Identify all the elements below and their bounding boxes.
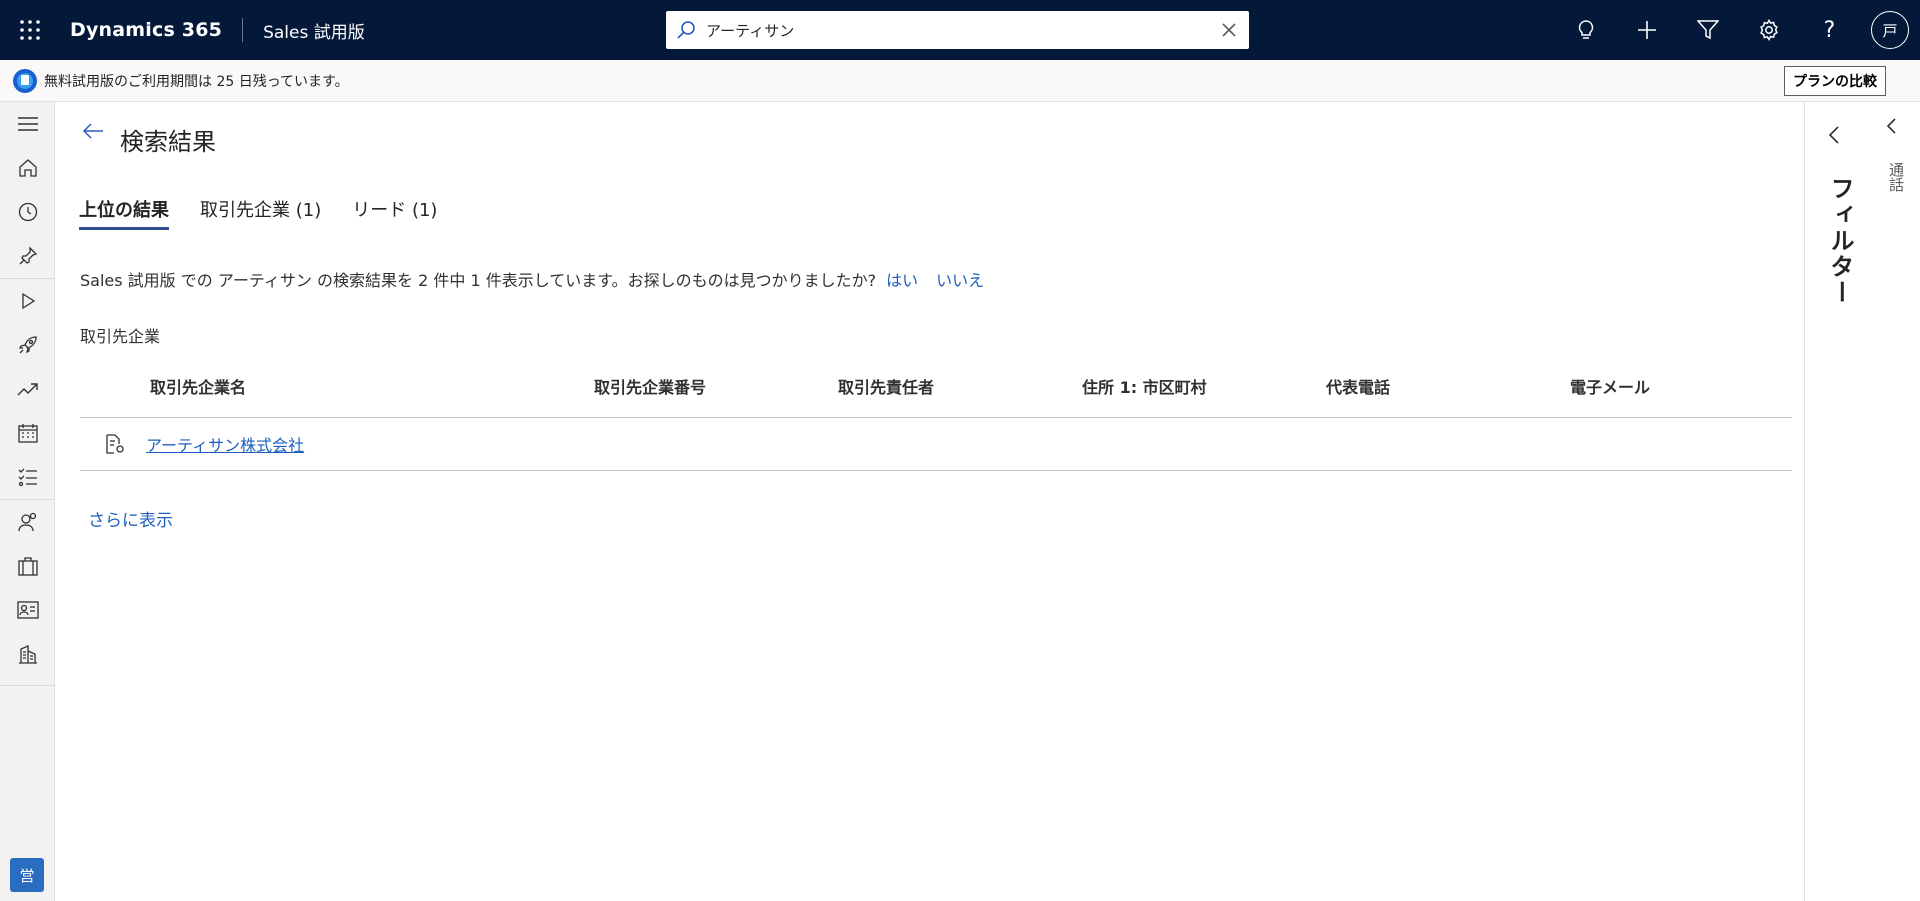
account-name-cell: アーティサン株式会社 bbox=[146, 432, 594, 456]
avatar[interactable]: 戸 bbox=[1871, 11, 1909, 49]
home-icon[interactable] bbox=[0, 146, 55, 190]
result-tabs: 上位の結果 取引先企業 (1) リード (1) bbox=[79, 196, 468, 230]
chevron-left-icon[interactable] bbox=[1886, 118, 1898, 138]
result-summary: Sales 試用版 での アーティサン の検索結果を 2 件中 1 件表示してい… bbox=[80, 267, 984, 291]
column-header-city[interactable]: 住所 1: 市区町村 bbox=[1082, 374, 1326, 398]
close-icon[interactable] bbox=[1209, 11, 1249, 49]
tab-top-results[interactable]: 上位の結果 bbox=[79, 196, 169, 230]
top-actions: ? 戸 bbox=[1555, 0, 1920, 60]
app-name[interactable]: Sales 試用版 bbox=[263, 18, 365, 43]
play-icon[interactable] bbox=[0, 279, 55, 323]
result-summary-text: Sales 試用版 での アーティサン の検索結果を 2 件中 1 件表示してい… bbox=[80, 271, 877, 290]
building-icon[interactable] bbox=[0, 632, 55, 676]
trend-icon[interactable] bbox=[0, 367, 55, 411]
back-arrow-icon[interactable] bbox=[78, 116, 108, 146]
area-switcher-button[interactable]: 営 bbox=[10, 858, 44, 892]
section-label-accounts: 取引先企業 bbox=[80, 327, 161, 346]
plus-icon[interactable] bbox=[1616, 0, 1677, 60]
tab-accounts[interactable]: 取引先企業 (1) bbox=[200, 196, 321, 230]
feedback-yes-link[interactable]: はい bbox=[886, 271, 918, 290]
calendar-icon[interactable] bbox=[0, 411, 55, 455]
table-row[interactable]: アーティサン株式会社 bbox=[80, 418, 1792, 471]
accounts-grid: 取引先企業名 取引先企業番号 取引先責任者 住所 1: 市区町村 代表電話 電子… bbox=[80, 355, 1792, 471]
grid-header-row: 取引先企業名 取引先企業番号 取引先責任者 住所 1: 市区町村 代表電話 電子… bbox=[80, 355, 1792, 418]
trial-banner: 無料試用版のご利用期間は 25 日残っています。 プランの比較 bbox=[0, 60, 1920, 102]
pin-icon[interactable] bbox=[0, 234, 55, 278]
lightbulb-icon[interactable] bbox=[1555, 0, 1616, 60]
menu-icon[interactable] bbox=[0, 102, 55, 146]
column-header-main-phone[interactable]: 代表電話 bbox=[1326, 374, 1570, 398]
gear-icon[interactable] bbox=[1738, 0, 1799, 60]
briefcase-icon[interactable] bbox=[0, 544, 55, 588]
chevron-left-icon[interactable] bbox=[1827, 126, 1841, 148]
column-header-account-number[interactable]: 取引先企業番号 bbox=[594, 374, 838, 398]
left-nav: 営 bbox=[0, 102, 55, 901]
tab-leads[interactable]: リード (1) bbox=[352, 196, 437, 230]
filter-pane-label[interactable]: フィルター bbox=[1823, 176, 1858, 306]
top-bar: Dynamics 365 Sales 試用版 アーティサン ? 戸 bbox=[0, 0, 1920, 60]
main-content: 検索結果 上位の結果 取引先企業 (1) リード (1) Sales 試用版 で… bbox=[56, 102, 1804, 901]
brand-divider bbox=[242, 18, 244, 42]
search-box bbox=[666, 11, 1249, 49]
brand-name[interactable]: Dynamics 365 bbox=[70, 19, 222, 41]
filter-icon[interactable] bbox=[1677, 0, 1738, 60]
column-header-primary-contact[interactable]: 取引先責任者 bbox=[838, 374, 1082, 398]
call-pane-label[interactable]: 通話 bbox=[1886, 162, 1907, 192]
column-header-email[interactable]: 電子メール bbox=[1570, 374, 1792, 398]
contact-card-icon[interactable] bbox=[0, 588, 55, 632]
help-icon[interactable]: ? bbox=[1799, 0, 1860, 60]
contacts-icon[interactable] bbox=[0, 500, 55, 544]
account-name-link[interactable]: アーティサン株式会社 bbox=[146, 436, 304, 455]
rocket-icon[interactable] bbox=[0, 323, 55, 367]
feedback-no-link[interactable]: いいえ bbox=[936, 271, 984, 290]
waffle-icon[interactable] bbox=[0, 0, 60, 60]
recent-icon[interactable] bbox=[0, 190, 55, 234]
filter-pane: フィルター bbox=[1804, 102, 1872, 901]
column-header-account-name[interactable]: 取引先企業名 bbox=[150, 374, 594, 398]
search-icon bbox=[666, 20, 706, 40]
nav-divider bbox=[0, 685, 55, 686]
page-title: 検索結果 bbox=[120, 128, 216, 156]
trial-message: 無料試用版のご利用期間は 25 日残っています。 bbox=[44, 73, 349, 90]
call-pane: 通話 bbox=[1872, 102, 1920, 901]
tasks-icon[interactable] bbox=[0, 455, 55, 499]
dynamics-logo-icon bbox=[13, 68, 37, 93]
show-more-link[interactable]: さらに表示 bbox=[88, 506, 173, 531]
account-record-icon bbox=[80, 434, 150, 454]
search-input[interactable] bbox=[706, 21, 1209, 39]
compare-plans-button[interactable]: プランの比較 bbox=[1784, 66, 1886, 96]
